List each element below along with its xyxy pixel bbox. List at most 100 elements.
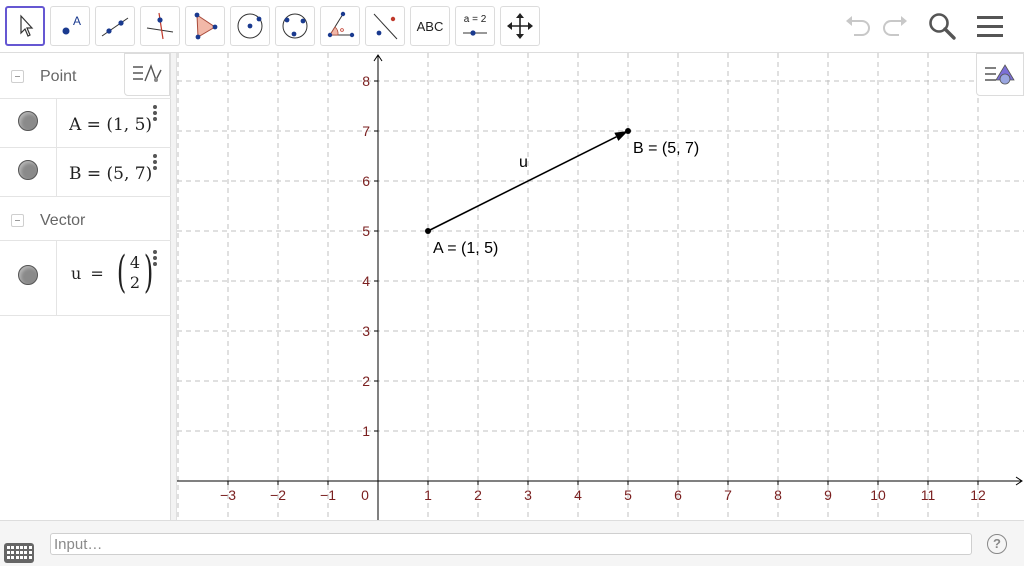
x-tick-label: 3	[524, 487, 532, 503]
point-A[interactable]	[425, 228, 431, 234]
text-tool-button[interactable]: ABC	[410, 6, 450, 46]
line-icon	[101, 17, 129, 37]
keyboard-button[interactable]	[4, 543, 34, 563]
item-menu-icon[interactable]	[153, 105, 157, 123]
text-icon: ABC	[416, 18, 444, 34]
algebra-item-A[interactable]: A = (1, 5)	[0, 99, 171, 148]
search-icon	[929, 13, 956, 40]
algebra-graph-toggle-icon	[133, 63, 162, 82]
x-tick-label: −1	[320, 487, 336, 503]
y-tick-label: 6	[362, 173, 370, 189]
y-tick-label: 7	[362, 123, 370, 139]
visibility-toggle[interactable]	[0, 241, 57, 315]
geogebra-app: A ABC a = 2 Point A = (1, 5) B = (5, 7) …	[0, 0, 1024, 566]
slider-tool-button[interactable]: a = 2	[455, 6, 495, 46]
vector-components: 4 2	[130, 253, 140, 293]
geometry-objects[interactable]: u A = (1, 5) B = (5, 7)	[425, 128, 699, 257]
circle-three-points-tool-button[interactable]	[275, 6, 315, 46]
x-tick-label: 2	[474, 487, 482, 503]
point-marble-icon[interactable]	[18, 111, 38, 131]
algebra-item-u[interactable]: u = ( 4 2 )	[0, 241, 171, 316]
angle-tool-button[interactable]	[320, 6, 360, 46]
item-menu-icon[interactable]	[153, 250, 157, 268]
x-tick-label: 8	[774, 487, 782, 503]
undo-icon	[846, 16, 870, 36]
collapse-icon[interactable]	[11, 214, 24, 227]
x-tick-label: 5	[624, 487, 632, 503]
move-graphics-tool-button[interactable]	[500, 6, 540, 46]
right-paren: )	[143, 247, 154, 298]
algebra-view: Point A = (1, 5) B = (5, 7) Vector u = (…	[0, 53, 171, 520]
visibility-toggle[interactable]	[0, 99, 57, 147]
x-tick-label: 1	[424, 487, 432, 503]
perpendicular-line-tool-button[interactable]	[140, 6, 180, 46]
group-title: Point	[40, 68, 77, 85]
graphics-canvas[interactable]: −3 −2 −1 0 1 2 3 4 5 6 7 8 9 10 11 12 12345678 uA = (1,…	[177, 53, 1024, 520]
reflect-line-icon	[373, 13, 398, 40]
group-title: Vector	[40, 212, 86, 229]
input-bar: ?	[0, 520, 1024, 566]
visibility-toggle[interactable]	[0, 148, 57, 196]
graphics-view[interactable]: −3 −2 −1 0 1 2 3 4 5 6 7 8 9 10 11 12 12345678 uA = (1,…	[177, 53, 1024, 520]
point-A-label: A = (1, 5)	[433, 240, 498, 257]
x-tick-label: 9	[824, 487, 832, 503]
y-tick-label: 8	[362, 73, 370, 89]
x-axis-tick-labels: −3 −2 −1 0 1 2 3 4 5 6 7 8 9 10 11 12	[220, 481, 986, 503]
x-tick-label: 6	[674, 487, 682, 503]
menu-button[interactable]	[972, 8, 1008, 44]
point-marble-icon[interactable]	[18, 160, 38, 180]
help-icon: ?	[993, 536, 1001, 551]
graphics-style-bar-button[interactable]	[976, 53, 1024, 96]
vector-formula: u = ( 4 2 )	[71, 251, 163, 295]
perpendicular-icon	[146, 12, 174, 40]
graphics-style-icon	[985, 63, 1015, 84]
algebra-formula[interactable]: u = ( 4 2 )	[71, 251, 163, 295]
help-button[interactable]: ?	[987, 534, 1007, 554]
x-tick-label: 10	[870, 487, 886, 503]
circle-tool-button[interactable]	[230, 6, 270, 46]
move-arrows-icon	[507, 13, 533, 39]
y-tick-label: 4	[362, 273, 370, 289]
move-tool-button[interactable]	[5, 6, 45, 46]
y-axis-tick-labels: 1 2 3 4 5 6 7 8	[362, 73, 378, 439]
arrow-pointer-icon	[20, 14, 34, 37]
point-icon: A	[62, 14, 81, 35]
x-tick-label: 4	[574, 487, 582, 503]
left-paren: (	[116, 247, 127, 298]
algebra-input-field[interactable]	[50, 533, 972, 555]
x-tick-label: 12	[970, 487, 986, 503]
x-tick-label: −2	[270, 487, 286, 503]
redo-button[interactable]	[877, 8, 913, 44]
item-menu-icon[interactable]	[153, 154, 157, 172]
redo-icon	[883, 16, 907, 36]
undo-button[interactable]	[840, 8, 876, 44]
group-header-vector[interactable]: Vector	[0, 197, 171, 241]
y-tick-label: 5	[362, 223, 370, 239]
algebra-formula[interactable]: A = (1, 5)	[69, 115, 161, 135]
circle-center-point-icon	[237, 13, 263, 39]
toolbar: A ABC a = 2	[0, 0, 1024, 53]
polygon-tool-button[interactable]	[185, 6, 225, 46]
vector-u-line[interactable]	[427, 136, 617, 232]
point-B[interactable]	[625, 128, 631, 134]
line-tool-button[interactable]	[95, 6, 135, 46]
svg-text:A: A	[73, 14, 81, 28]
point-tool-button[interactable]: A	[50, 6, 90, 46]
reflect-tool-button[interactable]	[365, 6, 405, 46]
y-tick-label: 3	[362, 323, 370, 339]
search-button[interactable]	[924, 8, 960, 44]
algebra-formula[interactable]: B = (5, 7)	[69, 164, 161, 184]
component-x: 4	[129, 253, 141, 272]
y-tick-label: 2	[362, 373, 370, 389]
polygon-icon	[194, 12, 218, 40]
collapse-icon[interactable]	[11, 70, 24, 83]
vector-marble-icon[interactable]	[18, 265, 38, 285]
algebra-item-B[interactable]: B = (5, 7)	[0, 148, 171, 197]
axes	[177, 54, 1023, 520]
algebra-style-bar-button[interactable]	[124, 53, 170, 96]
vector-u-label: u	[519, 154, 528, 171]
menu-icon	[977, 16, 1003, 37]
x-tick-label: −3	[220, 487, 236, 503]
slider-icon-label: a = 2	[463, 14, 487, 25]
point-B-label: B = (5, 7)	[633, 140, 699, 157]
